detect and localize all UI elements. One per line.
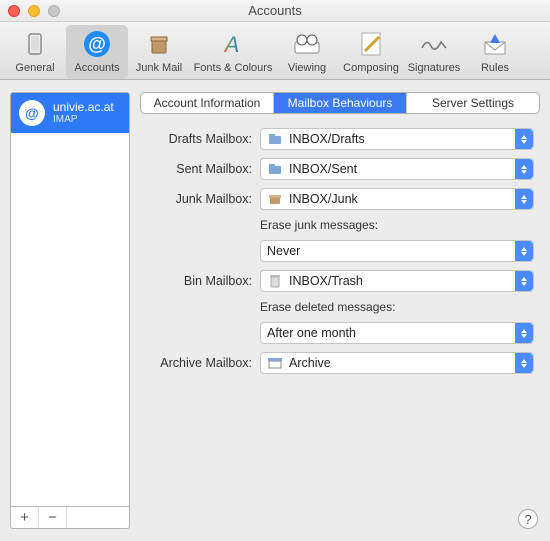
- folder-icon: [267, 131, 283, 147]
- accounts-sidebar: @ univie.ac.at IMAP + −: [10, 92, 130, 529]
- footer-spacer: [67, 507, 129, 528]
- toolbar-fonts[interactable]: A Fonts & Colours: [190, 25, 276, 79]
- account-type: IMAP: [53, 114, 114, 125]
- svg-text:@: @: [88, 34, 106, 54]
- account-item[interactable]: @ univie.ac.at IMAP: [11, 93, 129, 133]
- add-account-button[interactable]: +: [11, 507, 39, 528]
- toolbar-label: General: [15, 62, 54, 74]
- at-icon: @: [82, 29, 112, 59]
- tab-account-info[interactable]: Account Information: [141, 93, 274, 113]
- toolbar-label: Fonts & Colours: [194, 62, 273, 74]
- fonts-icon: A: [218, 29, 248, 59]
- toolbar-label: Signatures: [408, 62, 461, 74]
- toolbar-label: Composing: [343, 62, 399, 74]
- chevron-updown-icon: [515, 159, 533, 179]
- tab-mailbox-behaviours[interactable]: Mailbox Behaviours: [274, 93, 407, 113]
- drafts-value: INBOX/Drafts: [289, 132, 365, 146]
- archive-label: Archive Mailbox:: [140, 356, 252, 370]
- tab-control: Account Information Mailbox Behaviours S…: [140, 92, 540, 114]
- toolbar-rules[interactable]: Rules: [464, 25, 526, 79]
- erase-junk-label: Erase junk messages:: [260, 218, 378, 232]
- rules-icon: [480, 29, 510, 59]
- help-button[interactable]: ?: [518, 509, 538, 529]
- account-name: univie.ac.at: [53, 100, 114, 114]
- signature-icon: [419, 29, 449, 59]
- toolbar-signatures[interactable]: Signatures: [404, 25, 464, 79]
- chevron-updown-icon: [515, 189, 533, 209]
- composing-icon: [356, 29, 386, 59]
- erase-deleted-value: After one month: [267, 326, 356, 340]
- toolbar-label: Junk Mail: [136, 62, 182, 74]
- junk-folder-icon: [267, 191, 283, 207]
- sent-value: INBOX/Sent: [289, 162, 357, 176]
- drafts-label: Drafts Mailbox:: [140, 132, 252, 146]
- chevron-updown-icon: [515, 323, 533, 343]
- archive-select[interactable]: Archive: [260, 352, 534, 374]
- archive-value: Archive: [289, 356, 331, 370]
- window-title: Accounts: [0, 3, 550, 18]
- toolbar-junk[interactable]: Junk Mail: [128, 25, 190, 79]
- remove-account-button[interactable]: −: [39, 507, 67, 528]
- archive-icon: [267, 355, 283, 371]
- tab-server-settings[interactable]: Server Settings: [407, 93, 539, 113]
- toolbar-label: Viewing: [288, 62, 326, 74]
- chevron-updown-icon: [515, 271, 533, 291]
- toolbar-label: Accounts: [74, 62, 119, 74]
- preferences-toolbar: General @ Accounts Junk Mail A Fonts & C…: [0, 22, 550, 80]
- folder-icon: [267, 161, 283, 177]
- junk-value: INBOX/Junk: [289, 192, 358, 206]
- chevron-updown-icon: [515, 129, 533, 149]
- viewing-icon: [292, 29, 322, 59]
- toolbar-accounts[interactable]: @ Accounts: [66, 25, 128, 79]
- bin-value: INBOX/Trash: [289, 274, 363, 288]
- titlebar: Accounts: [0, 0, 550, 22]
- toolbar-general[interactable]: General: [4, 25, 66, 79]
- erase-junk-select[interactable]: Never: [260, 240, 534, 262]
- account-at-icon: @: [19, 100, 45, 126]
- toolbar-label: Rules: [481, 62, 509, 74]
- toolbar-composing[interactable]: Composing: [338, 25, 404, 79]
- bin-select[interactable]: INBOX/Trash: [260, 270, 534, 292]
- erase-deleted-select[interactable]: After one month: [260, 322, 534, 344]
- chevron-updown-icon: [515, 353, 533, 373]
- svg-text:A: A: [223, 32, 240, 57]
- junk-icon: [144, 29, 174, 59]
- account-list[interactable]: @ univie.ac.at IMAP: [10, 92, 130, 507]
- chevron-updown-icon: [515, 241, 533, 261]
- drafts-select[interactable]: INBOX/Drafts: [260, 128, 534, 150]
- junk-select[interactable]: INBOX/Junk: [260, 188, 534, 210]
- bin-label: Bin Mailbox:: [140, 274, 252, 288]
- junk-label: Junk Mailbox:: [140, 192, 252, 206]
- trash-icon: [267, 273, 283, 289]
- toolbar-viewing[interactable]: Viewing: [276, 25, 338, 79]
- erase-deleted-label: Erase deleted messages:: [260, 300, 395, 314]
- sent-select[interactable]: INBOX/Sent: [260, 158, 534, 180]
- erase-junk-value: Never: [267, 244, 300, 258]
- sent-label: Sent Mailbox:: [140, 162, 252, 176]
- general-icon: [20, 29, 50, 59]
